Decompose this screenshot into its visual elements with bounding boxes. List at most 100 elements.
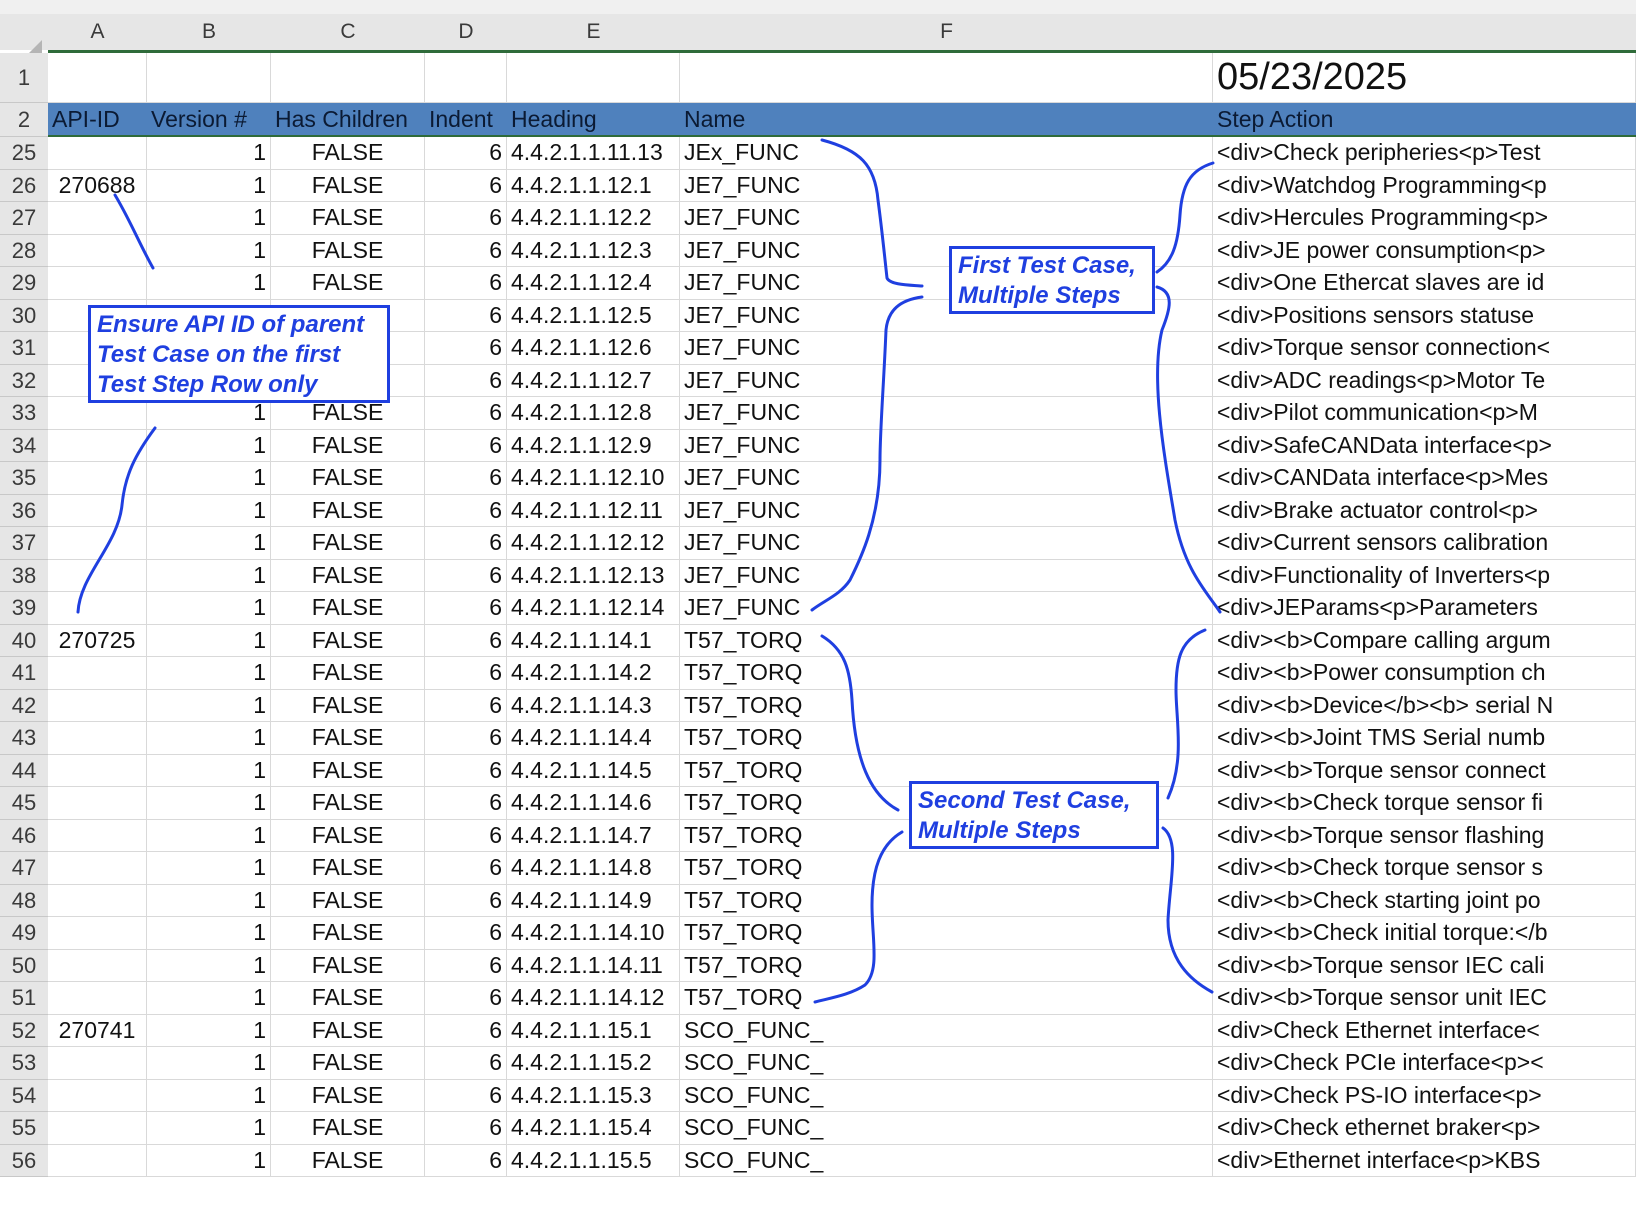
cell-step[interactable]: <div><b>Torque sensor unit IEC — [1213, 982, 1636, 1014]
row-header[interactable]: 35 — [0, 462, 48, 495]
cell-ind[interactable]: 6 — [425, 1047, 507, 1079]
cell-name[interactable]: JE7_FUNC — [680, 462, 1213, 494]
cell-ind[interactable]: 6 — [425, 982, 507, 1014]
cell-ind[interactable]: 6 — [425, 234, 507, 266]
column-header-e[interactable]: E — [507, 14, 681, 50]
cell-step[interactable]: <div><b>Check torque sensor s — [1213, 852, 1636, 884]
cell-ind[interactable]: 6 — [425, 1144, 507, 1176]
cell-hc[interactable]: FALSE — [271, 722, 425, 754]
table-header-cell[interactable]: API-ID — [48, 103, 147, 135]
cell-h[interactable]: 4.4.2.1.1.15.2 — [507, 1047, 680, 1079]
cell-id[interactable] — [48, 689, 147, 721]
row-header[interactable]: 42 — [0, 689, 48, 722]
cell-v[interactable]: 1 — [147, 267, 271, 299]
cell-name[interactable]: JE7_FUNC — [680, 202, 1213, 234]
cell-name[interactable]: T57_TORQ — [680, 722, 1213, 754]
cell-step[interactable]: <div><b>Power consumption ch — [1213, 657, 1636, 689]
cell-v[interactable]: 1 — [147, 917, 271, 949]
cell-ind[interactable]: 6 — [425, 527, 507, 559]
row-header[interactable]: 28 — [0, 234, 48, 267]
cell-h[interactable]: 4.4.2.1.1.12.3 — [507, 234, 680, 266]
cell-h[interactable]: 4.4.2.1.1.15.5 — [507, 1144, 680, 1176]
cell-name[interactable]: JE7_FUNC — [680, 559, 1213, 591]
cell-name[interactable]: T57_TORQ — [680, 852, 1213, 884]
cell-id[interactable] — [48, 202, 147, 234]
cell-v[interactable]: 1 — [147, 462, 271, 494]
cell-v[interactable]: 1 — [147, 592, 271, 624]
cell-h[interactable]: 4.4.2.1.1.14.2 — [507, 657, 680, 689]
cell-h[interactable]: 4.4.2.1.1.12.14 — [507, 592, 680, 624]
cell-ind[interactable]: 6 — [425, 559, 507, 591]
cell-hc[interactable]: FALSE — [271, 689, 425, 721]
cell-id[interactable] — [48, 657, 147, 689]
cell-v[interactable]: 1 — [147, 722, 271, 754]
cell-ind[interactable]: 6 — [425, 592, 507, 624]
cell-id[interactable] — [48, 949, 147, 981]
row-header[interactable]: 26 — [0, 169, 48, 202]
row-header[interactable]: 39 — [0, 592, 48, 625]
cell-step[interactable]: <div>Positions sensors statuse — [1213, 299, 1636, 331]
cell-hc[interactable]: FALSE — [271, 657, 425, 689]
cell-v[interactable]: 1 — [147, 137, 271, 169]
cell-h[interactable]: 4.4.2.1.1.15.3 — [507, 1079, 680, 1111]
cell-h[interactable]: 4.4.2.1.1.12.13 — [507, 559, 680, 591]
cell-v[interactable]: 1 — [147, 689, 271, 721]
row-header[interactable]: 52 — [0, 1014, 48, 1047]
cell-step[interactable]: <div>One Ethercat slaves are id — [1213, 267, 1636, 299]
cell-name[interactable]: JE7_FUNC — [680, 527, 1213, 559]
cell-hc[interactable]: FALSE — [271, 1079, 425, 1111]
cell-ind[interactable]: 6 — [425, 884, 507, 916]
row-header[interactable]: 38 — [0, 559, 48, 592]
cell-ind[interactable]: 6 — [425, 202, 507, 234]
row-header[interactable]: 1 — [0, 53, 48, 103]
table-header-cell[interactable]: Has Children — [271, 103, 425, 135]
cell-hc[interactable]: FALSE — [271, 624, 425, 656]
cell-ind[interactable]: 6 — [425, 299, 507, 331]
cell-ind[interactable]: 6 — [425, 1112, 507, 1144]
cell-h[interactable]: 4.4.2.1.1.12.10 — [507, 462, 680, 494]
cell-name[interactable]: T57_TORQ — [680, 917, 1213, 949]
row-header[interactable]: 50 — [0, 949, 48, 982]
cell-ind[interactable]: 6 — [425, 689, 507, 721]
cell-step[interactable]: <div><b>Joint TMS Serial numb — [1213, 722, 1636, 754]
row-header[interactable]: 34 — [0, 429, 48, 462]
cell-id[interactable] — [48, 1047, 147, 1079]
cell-ind[interactable]: 6 — [425, 949, 507, 981]
cell-v[interactable]: 1 — [147, 527, 271, 559]
cell-v[interactable]: 1 — [147, 1112, 271, 1144]
cell-name[interactable]: T57_TORQ — [680, 982, 1213, 1014]
cell-step[interactable]: <div>Brake actuator control<p> — [1213, 494, 1636, 526]
row-header[interactable]: 46 — [0, 819, 48, 852]
cell-name[interactable]: SCO_FUNC_ — [680, 1112, 1213, 1144]
cell-v[interactable]: 1 — [147, 559, 271, 591]
cell-step[interactable]: <div>Check PS-IO interface<p> — [1213, 1079, 1636, 1111]
cell-id[interactable] — [48, 527, 147, 559]
cell-step[interactable]: <div><b>Torque sensor IEC cali — [1213, 949, 1636, 981]
table-header-cell[interactable]: Name — [680, 103, 1213, 135]
cell-h[interactable]: 4.4.2.1.1.12.5 — [507, 299, 680, 331]
row-header[interactable]: 43 — [0, 722, 48, 755]
cell[interactable] — [147, 53, 271, 102]
cell[interactable] — [680, 53, 1213, 102]
cell-hc[interactable]: FALSE — [271, 819, 425, 851]
cell-id[interactable]: 270741 — [48, 1014, 147, 1046]
cell-step[interactable]: <div><b>Check starting joint po — [1213, 884, 1636, 916]
cell-hc[interactable]: FALSE — [271, 917, 425, 949]
cell-v[interactable]: 1 — [147, 884, 271, 916]
cell-id[interactable] — [48, 1112, 147, 1144]
cell-name[interactable]: T57_TORQ — [680, 949, 1213, 981]
cell-v[interactable]: 1 — [147, 1144, 271, 1176]
cell-hc[interactable]: FALSE — [271, 267, 425, 299]
row-header[interactable]: 44 — [0, 754, 48, 787]
cell-step[interactable]: <div>Hercules Programming<p> — [1213, 202, 1636, 234]
cell-ind[interactable]: 6 — [425, 1014, 507, 1046]
row-header[interactable]: 40 — [0, 624, 48, 657]
cell-v[interactable]: 1 — [147, 852, 271, 884]
cell-h[interactable]: 4.4.2.1.1.14.1 — [507, 624, 680, 656]
cell-step[interactable]: <div><b>Compare calling argum — [1213, 624, 1636, 656]
cell-id[interactable] — [48, 462, 147, 494]
cell-id[interactable] — [48, 754, 147, 786]
column-header-b[interactable]: B — [147, 14, 272, 50]
cell-step[interactable]: <div>Check PCIe interface<p>< — [1213, 1047, 1636, 1079]
cell-hc[interactable]: FALSE — [271, 202, 425, 234]
